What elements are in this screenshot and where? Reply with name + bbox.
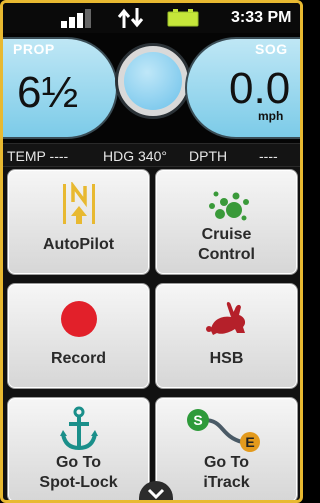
itrack-start-mark: S	[193, 412, 202, 428]
itrack-end-mark: E	[245, 434, 254, 450]
gauge-strip: PROP 6½ SOG 0.0 mph	[3, 33, 300, 143]
heading-readout: HDG 340°	[103, 148, 167, 164]
itrack-button[interactable]: S E Go To iTrack	[155, 397, 298, 500]
status-bar: 3:33 PM	[3, 3, 300, 33]
info-strip: TEMP ---- HDG 340° DPTH ----	[3, 143, 300, 167]
data-transfer-icon	[117, 8, 144, 28]
speed-dial[interactable]	[115, 43, 191, 119]
cruise-control-icon	[208, 191, 249, 221]
signal-icon	[61, 7, 99, 28]
itrack-icon: S E	[186, 409, 260, 452]
cruise-control-button[interactable]: Cruise Control	[155, 169, 298, 275]
cruise-label-line1: Cruise	[201, 226, 252, 243]
hsb-button[interactable]: HSB	[155, 283, 298, 389]
spot-lock-label-line1: Go To	[55, 454, 102, 471]
battery-icon	[167, 9, 199, 27]
itrack-label-line1: Go To	[203, 454, 250, 471]
prop-value: 6½	[17, 68, 79, 117]
record-label: Record	[50, 350, 107, 367]
rabbit-icon	[205, 302, 245, 335]
sog-value: 0.0	[229, 64, 291, 113]
record-button[interactable]: Record	[7, 283, 150, 389]
prop-label: PROP	[13, 41, 55, 57]
clock: 3:33 PM	[231, 9, 292, 26]
itrack-label-line2: iTrack	[203, 474, 250, 491]
depth-readout: ----	[259, 148, 278, 164]
temp-readout: TEMP ----	[7, 148, 69, 164]
device-screen: 3:33 PM PROP 6½ SOG 0.0 mph TEMP ---- HD…	[0, 0, 303, 503]
depth-label: DPTH	[189, 148, 228, 164]
hsb-label: HSB	[209, 350, 244, 367]
cruise-label-line2: Control	[198, 246, 255, 263]
record-icon	[60, 301, 97, 337]
anchor-icon	[59, 406, 98, 451]
chevron-down-icon	[147, 488, 165, 500]
autopilot-button[interactable]: AutoPilot	[7, 169, 150, 275]
spot-lock-label-line2: Spot-Lock	[39, 474, 118, 491]
sog-label: SOG	[255, 41, 288, 57]
autopilot-icon	[62, 182, 95, 224]
sog-unit: mph	[258, 109, 284, 123]
more-button[interactable]	[139, 481, 173, 500]
spot-lock-button[interactable]: Go To Spot-Lock	[7, 397, 150, 500]
autopilot-label: AutoPilot	[42, 236, 115, 253]
